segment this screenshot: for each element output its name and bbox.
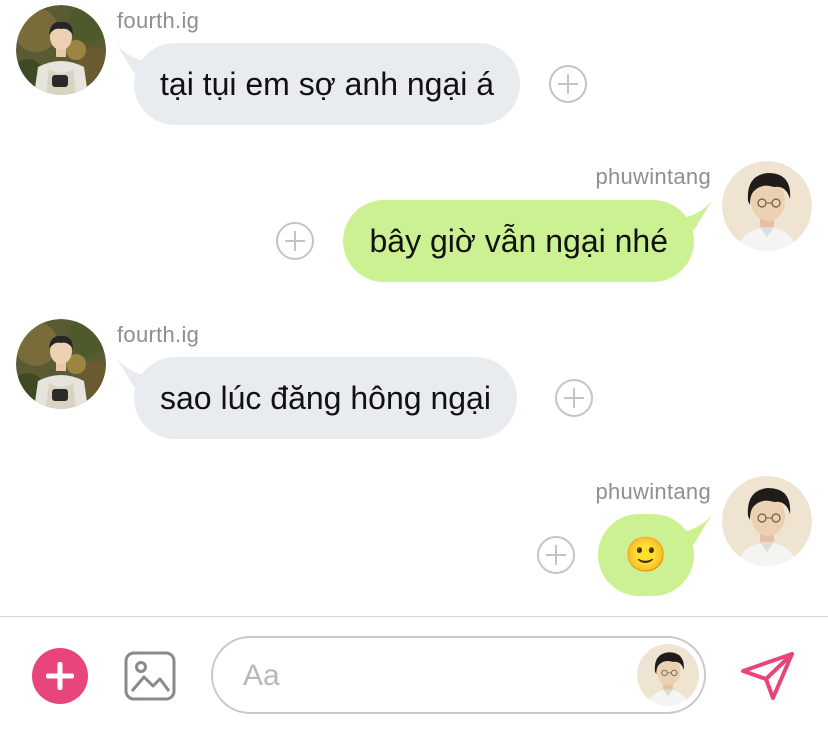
message-input-box[interactable] — [211, 636, 706, 714]
message-bubble-outgoing[interactable]: 🙂 — [598, 514, 694, 596]
add-reaction-icon[interactable] — [537, 536, 575, 574]
avatar-image — [637, 644, 699, 706]
sender-name: phuwintang — [595, 479, 711, 504]
message-input[interactable] — [241, 638, 625, 714]
add-reaction-icon[interactable] — [555, 379, 593, 417]
composer-divider — [0, 616, 828, 617]
message-bubble-outgoing[interactable]: bây giờ vẫn ngại nhé — [343, 200, 694, 282]
avatar-image — [16, 319, 106, 409]
paper-plane-icon — [741, 652, 794, 700]
send-button[interactable] — [740, 651, 796, 706]
add-reaction-icon[interactable] — [549, 65, 587, 103]
avatar-image — [16, 5, 106, 95]
avatar-image — [722, 161, 812, 251]
message-bubble-incoming[interactable]: sao lúc đăng hông ngại — [134, 357, 517, 439]
message-bubble-incoming[interactable]: tại tụi em sợ anh ngại á — [134, 43, 521, 125]
image-icon — [124, 651, 176, 701]
avatar-phuwintang[interactable] — [722, 161, 812, 251]
add-attachment-button[interactable] — [32, 648, 88, 704]
avatar-phuwintang[interactable] — [722, 476, 812, 566]
add-reaction-icon[interactable] — [276, 222, 314, 260]
emoji-message: 🙂 — [624, 535, 668, 575]
avatar-fourth-ig[interactable] — [16, 319, 106, 409]
sender-name: fourth.ig — [117, 322, 200, 347]
sender-name: fourth.ig — [117, 8, 200, 33]
input-avatar[interactable] — [637, 644, 699, 706]
sender-name: phuwintang — [595, 164, 711, 189]
gallery-button[interactable] — [124, 651, 176, 706]
avatar-fourth-ig[interactable] — [16, 5, 106, 95]
avatar-image — [722, 476, 812, 566]
